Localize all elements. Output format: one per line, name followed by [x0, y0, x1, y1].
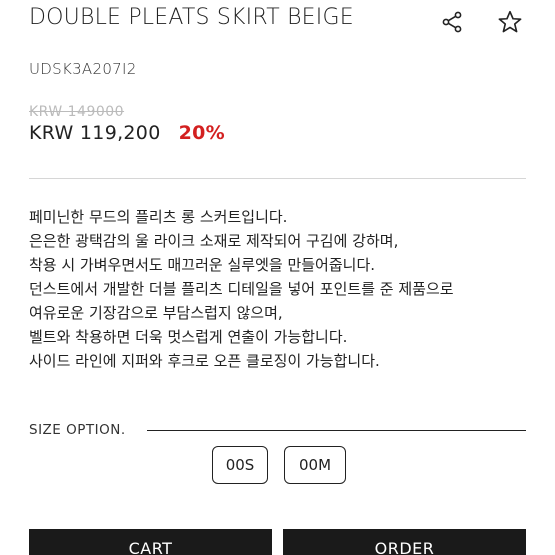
- price-row: KRW 119,200 20%: [29, 122, 225, 144]
- description-line: 은은한 광택감의 울 라이크 소재로 제작되어 구김에 강하며,: [29, 232, 399, 250]
- product-title: DOUBLE PLEATS SKIRT BEIGE: [29, 5, 354, 30]
- original-price: KRW 149000: [29, 104, 125, 120]
- divider: [29, 178, 526, 179]
- size-options: 00S 00M: [212, 446, 346, 484]
- description-line: 여유로운 기장감으로 부담스럽지 않으며,: [29, 304, 283, 322]
- favorite-button[interactable]: [496, 8, 524, 36]
- size-option-00s[interactable]: 00S: [212, 446, 268, 484]
- description-line: 페미닌한 무드의 플리츠 롱 스커트입니다.: [29, 208, 288, 226]
- description-line: 사이드 라인에 지퍼와 후크로 오픈 클로징이 가능합니다.: [29, 352, 380, 370]
- sale-price: KRW 119,200: [29, 122, 161, 144]
- size-option-label: SIZE OPTION.: [29, 422, 126, 438]
- description-line: 던스트에서 개발한 더블 플리츠 디테일을 넣어 포인트를 준 제품으로: [29, 280, 454, 298]
- description-line: 착용 시 가벼우면서도 매끄러운 실루엣을 만들어줍니다.: [29, 256, 376, 274]
- product-description: 페미닌한 무드의 플리츠 롱 스커트입니다. 은은한 광택감의 울 라이크 소재…: [29, 205, 539, 373]
- discount-rate: 20%: [178, 122, 225, 144]
- star-icon: [498, 10, 522, 33]
- product-sku: UDSK3A207I2: [29, 60, 137, 78]
- cart-button[interactable]: CART: [29, 529, 272, 555]
- share-button[interactable]: [438, 8, 466, 36]
- description-line: 벨트와 착용하면 더욱 멋스럽게 연출이 가능합니다.: [29, 328, 348, 346]
- size-option-00m[interactable]: 00M: [284, 446, 346, 484]
- size-option-rule: [147, 430, 526, 431]
- order-button[interactable]: ORDER: [283, 529, 526, 555]
- share-icon: [442, 11, 462, 33]
